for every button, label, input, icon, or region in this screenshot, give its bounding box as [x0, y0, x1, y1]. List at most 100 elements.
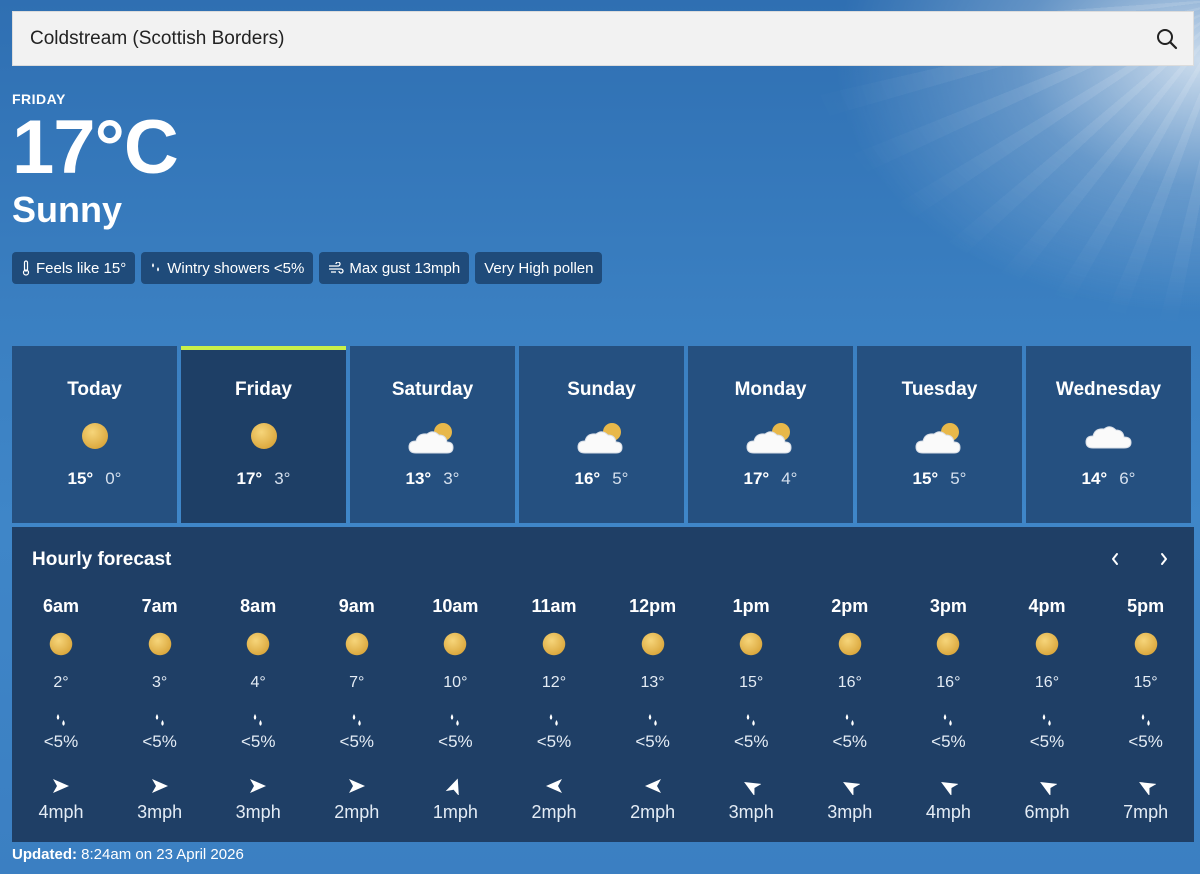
sun-icon: [308, 631, 406, 659]
hour-temperature: 15°: [739, 674, 764, 691]
hour-wind-speed: 6mph: [1024, 802, 1070, 822]
day-low: 5°: [612, 469, 629, 488]
day-card-saturday[interactable]: Saturday 13° 3°: [350, 346, 515, 523]
hour-time: 3pm: [929, 596, 967, 616]
hourly-next-button[interactable]: [1150, 545, 1178, 573]
sun-cloud-icon: [350, 421, 515, 461]
day-name: Tuesday: [901, 379, 978, 400]
hour-rain-chance: <5%: [733, 732, 769, 751]
hour-time: 9am: [338, 596, 375, 616]
feels-like-label: Feels like 15°: [36, 259, 127, 277]
sun-icon: [12, 631, 110, 659]
day-temperatures: 17° 3°: [181, 469, 346, 489]
gust-label: Max gust 13mph: [349, 259, 461, 277]
sun-icon: [702, 631, 800, 659]
day-high: 15°: [912, 469, 939, 488]
hour-rain-chance: <5%: [1029, 732, 1065, 751]
hour-rain-chance: <5%: [240, 732, 276, 751]
current-condition: Sunny: [12, 189, 123, 230]
wind-direction-icon: [209, 777, 307, 795]
sun-icon: [604, 631, 702, 659]
day-card-wednesday[interactable]: Wednesday 14° 6°: [1026, 346, 1191, 523]
thermometer-icon: [22, 260, 30, 276]
day-temperatures: 15° 5°: [857, 469, 1022, 489]
wind-direction-icon: [12, 777, 110, 795]
hour-wind-speed: 4mph: [38, 802, 84, 822]
hour-rain-chance: <5%: [43, 732, 79, 751]
day-card-friday[interactable]: Friday 17° 3°: [181, 346, 346, 523]
hour-rain-chance: <5%: [832, 732, 868, 751]
day-temperatures: 13° 3°: [350, 469, 515, 489]
hour-rain-chance: <5%: [142, 732, 177, 751]
raindrops-icon: [998, 713, 1096, 729]
day-low: 0°: [105, 469, 122, 488]
hour-temperature: 16°: [1034, 674, 1060, 691]
sun-icon: [181, 421, 346, 461]
hour-time: 7am: [141, 596, 178, 616]
hour-temperature: 10°: [443, 674, 468, 691]
pollen-label: Very High pollen: [484, 259, 594, 277]
sun-icon: [406, 631, 504, 659]
showers-label: Wintry showers <5%: [167, 259, 305, 277]
hour-wind-speed: 7mph: [1123, 802, 1169, 822]
hour-temperature: 13°: [640, 674, 665, 691]
day-card-today[interactable]: Today 15° 0°: [12, 346, 177, 523]
hour-temperature: 3°: [151, 674, 168, 691]
search-button[interactable]: [1141, 11, 1193, 66]
hour-time: 2pm: [831, 596, 869, 616]
hourly-prev-button[interactable]: [1101, 545, 1129, 573]
raindrops-icon: [899, 713, 997, 729]
hour-wind-speed: 3mph: [235, 802, 281, 822]
hour-time: 8am: [240, 596, 277, 616]
hour-temperature: 15°: [1133, 674, 1158, 691]
hour-time: 6am: [42, 596, 80, 616]
condition-chips: Feels like 15° Wintry showers <5% Max gu…: [12, 252, 603, 284]
hour-temperature: 7°: [349, 674, 365, 691]
search-icon: [1157, 28, 1178, 49]
sun-icon: [12, 421, 177, 461]
hour-rain-chance: <5%: [339, 732, 375, 751]
day-card-monday[interactable]: Monday 17° 4°: [688, 346, 853, 523]
daily-forecast: Today 15° 0° Friday 17° 3° Saturday 13° 3° …: [12, 346, 1191, 523]
sun-cloud-icon: [688, 421, 853, 461]
day-temperatures: 17° 4°: [688, 469, 853, 489]
wind-direction-icon: [702, 777, 800, 795]
day-name: Monday: [734, 379, 807, 400]
pollen-chip: Very High pollen: [475, 252, 603, 284]
cloud-icon: [1026, 421, 1191, 461]
wind-direction-icon: [505, 777, 603, 795]
search-input[interactable]: Coldstream (Scottish Borders): [13, 11, 1141, 66]
wind-direction-icon: [604, 777, 702, 795]
feels-like-chip: Feels like 15°: [12, 252, 136, 284]
hour-time: 1pm: [732, 596, 770, 616]
day-name: Saturday: [391, 379, 474, 400]
sun-icon: [899, 631, 997, 659]
hour-wind-speed: 2mph: [630, 802, 676, 822]
location-search[interactable]: Coldstream (Scottish Borders): [12, 11, 1194, 66]
sun-cloud-icon: [519, 421, 684, 461]
raindrops-icon: [308, 713, 406, 729]
chevron-right-icon: [1161, 553, 1167, 565]
chevron-left-icon: [1112, 553, 1118, 565]
day-low: 6°: [1119, 469, 1136, 488]
sun-icon: [998, 631, 1096, 659]
raindrops-icon: [1097, 713, 1195, 729]
updated-timestamp: Updated: 8:24am on 23 April 2026: [12, 846, 244, 863]
gust-chip: Max gust 13mph: [319, 252, 470, 284]
hour-rain-chance: <5%: [635, 732, 670, 751]
sun-icon: [505, 631, 603, 659]
day-name: Sunday: [567, 379, 636, 400]
sun-icon: [111, 631, 209, 659]
day-card-sunday[interactable]: Sunday 16° 5°: [519, 346, 684, 523]
day-low: 3°: [443, 469, 460, 488]
day-card-tuesday[interactable]: Tuesday 15° 5°: [857, 346, 1022, 523]
hour-time: 4pm: [1028, 596, 1066, 616]
raindrops-icon: [702, 713, 800, 729]
hour-wind-speed: 3mph: [728, 802, 774, 822]
wind-direction-icon: [899, 777, 997, 795]
day-high: 17°: [236, 469, 263, 488]
day-name: Today: [67, 379, 122, 400]
day-name: Wednesday: [1055, 379, 1162, 400]
updated-label: Updated:: [12, 846, 77, 863]
hourly-forecast-panel: Hourly forecast 6am 2° <5% 4mph 7am 3° <…: [12, 527, 1194, 842]
